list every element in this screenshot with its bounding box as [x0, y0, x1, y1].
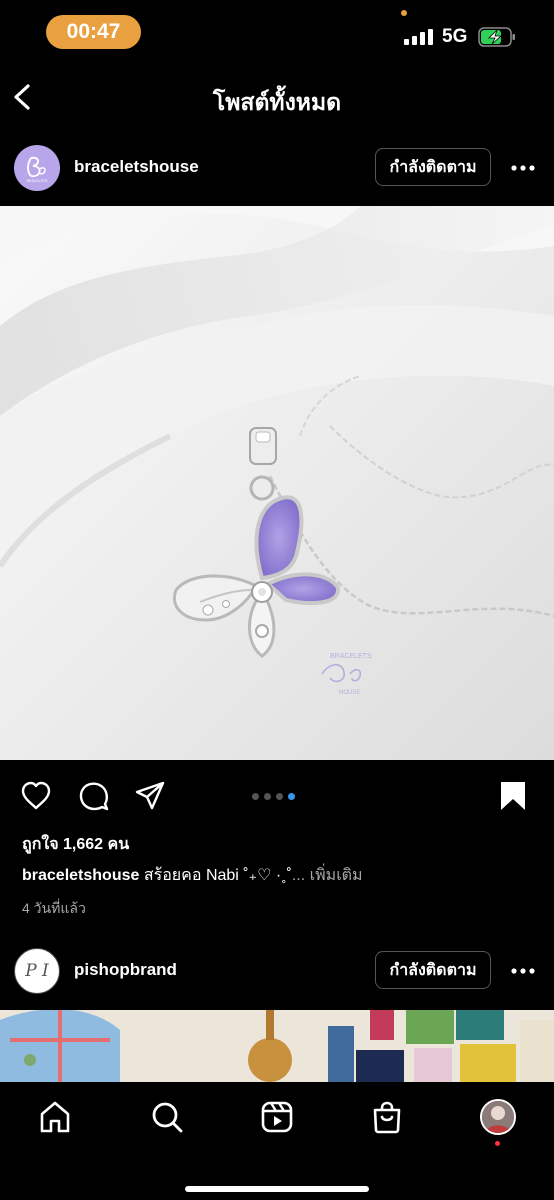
- bookmark-icon[interactable]: [498, 780, 528, 812]
- top-header: โพสต์ทั้งหมด: [0, 66, 554, 130]
- carousel-dot: [252, 793, 259, 800]
- more-options-icon[interactable]: [509, 961, 537, 981]
- search-icon[interactable]: [150, 1100, 184, 1134]
- post-username[interactable]: braceletshouse: [74, 157, 199, 177]
- status-time: 00:47: [46, 15, 141, 49]
- brand-logo-icon: BRACELETS: [27, 156, 48, 183]
- carousel-dot: [276, 793, 283, 800]
- bottom-nav: [0, 1082, 554, 1200]
- post-age: 4 วันที่แล้ว: [22, 900, 86, 916]
- following-button[interactable]: กำลังติดตาม: [375, 951, 491, 989]
- profile-photo: [482, 1101, 514, 1133]
- post-caption: braceletshouse สร้อยคอ Nabi ˚₊♡ ·˳˚... เ…: [22, 863, 363, 888]
- heart-icon[interactable]: [20, 780, 52, 812]
- caption-username[interactable]: braceletshouse: [22, 867, 139, 884]
- carousel-dot: [264, 793, 271, 800]
- svg-text:HOUSE: HOUSE: [339, 690, 360, 696]
- comment-icon[interactable]: [78, 780, 110, 812]
- reels-icon[interactable]: [260, 1100, 294, 1134]
- post-image[interactable]: BRACELETS HOUSE: [0, 206, 554, 760]
- carousel-dot-active: [288, 793, 295, 800]
- profile-avatar[interactable]: [480, 1099, 516, 1135]
- post-header: P I pishopbrand กำลังติดตาม: [0, 933, 554, 1009]
- following-button[interactable]: กำลังติดตาม: [375, 148, 491, 186]
- notification-dot: [495, 1141, 500, 1146]
- avatar[interactable]: BRACELETS: [14, 145, 60, 191]
- page-title: โพสต์ทั้งหมด: [212, 89, 342, 115]
- post-header: BRACELETS braceletshouse กำลังติดตาม: [0, 130, 554, 206]
- recording-indicator: [401, 10, 407, 16]
- likes-count[interactable]: ถูกใจ 1,662 คน: [22, 832, 129, 857]
- avatar[interactable]: P I: [14, 948, 60, 994]
- caption-more-link[interactable]: ... เพิ่มเติม: [292, 867, 363, 884]
- post-image[interactable]: [0, 1010, 554, 1082]
- post-username[interactable]: pishopbrand: [74, 960, 177, 980]
- network-type: 5G: [442, 26, 468, 47]
- home-indicator: [185, 1186, 369, 1192]
- svg-text:BRACELETS: BRACELETS: [27, 179, 48, 183]
- more-options-icon[interactable]: [509, 158, 537, 178]
- share-icon[interactable]: [134, 780, 166, 812]
- battery-icon: [478, 27, 515, 47]
- carousel-indicator: [252, 793, 295, 800]
- signal-icon: [404, 29, 433, 45]
- svg-text:BRACELETS: BRACELETS: [330, 653, 372, 660]
- home-icon[interactable]: [38, 1100, 72, 1134]
- room-photo: [0, 1010, 554, 1082]
- butterfly-necklace-photo: BRACELETS HOUSE: [0, 206, 554, 760]
- shop-icon[interactable]: [370, 1100, 404, 1134]
- status-bar: 00:47 5G: [0, 0, 554, 66]
- post-actions: [0, 760, 554, 830]
- caption-text: สร้อยคอ Nabi ˚₊♡ ·˳˚: [139, 867, 292, 884]
